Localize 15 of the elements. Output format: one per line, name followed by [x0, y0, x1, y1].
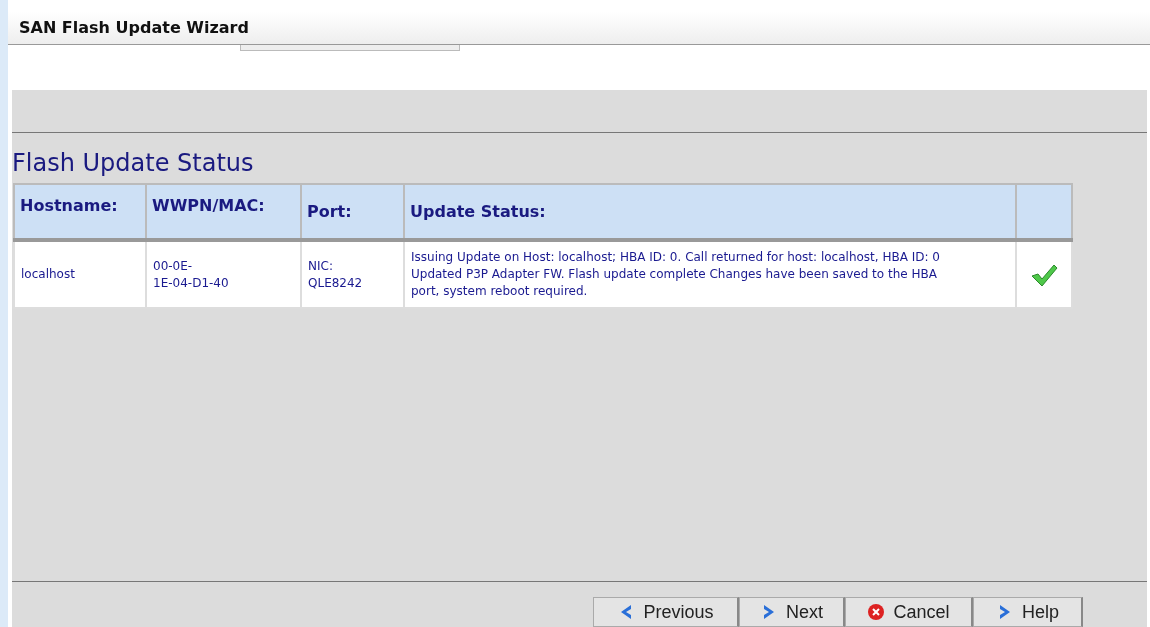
column-header: Update Status: — [404, 184, 1016, 240]
section-title: Flash Update Status — [12, 148, 255, 179]
window-title: SAN Flash Update Wizard — [19, 17, 249, 39]
next-button[interactable]: Next — [739, 597, 845, 627]
cancel-button[interactable]: Cancel — [845, 597, 973, 627]
column-header: WWPN/MAC: — [146, 184, 301, 240]
close-icon — [867, 603, 886, 621]
table-cell: NIC: QLE8242 — [301, 240, 404, 308]
table-cell: localhost — [14, 240, 146, 308]
table-cell: Issuing Update on Host: localhost; HBA ID: 0. Call returned for host: localhost, HBA ID: 0 Updated P3P Adapter FW. Flash update complete Changes have been saved to the HBA port, system reboot required. — [404, 240, 1016, 308]
previous-button[interactable]: Previous — [593, 597, 739, 627]
table-cell: 00-0E- 1E-04-D1-40 — [146, 240, 301, 308]
column-header: Port: — [301, 184, 404, 240]
column-header: Hostname: — [14, 184, 146, 240]
help-button[interactable]: Help — [973, 597, 1083, 627]
